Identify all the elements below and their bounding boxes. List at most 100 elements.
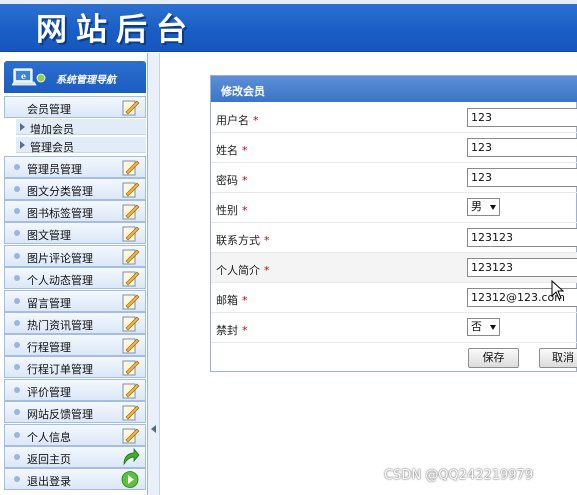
pencil-note-icon [122,338,140,354]
sidebar-item-label: 网站反馈管理 [27,408,93,421]
field-label-text: 性别 [216,204,238,217]
mouse-cursor-icon [551,280,565,300]
sidebar-item-label: 图文分类管理 [27,185,93,198]
green-play-icon [121,471,139,488]
field-label: 禁封 * [216,322,248,338]
sidebar-item-review-management[interactable]: 评价管理 [4,379,146,401]
bullet-icon [14,409,20,415]
sidebar-item-trip-order-management[interactable]: 行程订单管理 [4,356,146,378]
sidebar-splitter[interactable] [148,53,160,495]
required-mark: * [264,264,270,277]
required-mark: * [264,234,270,247]
field-label-text: 个人简介 [216,264,260,277]
submenu-arrow-icon [20,141,25,149]
form-row-bio: 个人简介 * 123123 [211,253,577,283]
field-label: 密码 * [216,172,248,188]
sidebar-item-admin-management[interactable]: 管理员管理 [4,156,146,178]
pencil-note-icon [122,428,140,444]
sidebar-item-personal-info[interactable]: 个人信息 [4,424,146,446]
top-header: 网站后台 [0,0,577,52]
sidebar-heading: e 系统管理导航 [4,61,146,93]
sidebar-item-label: 行程管理 [27,341,71,354]
sidebar-item-article-management[interactable]: 图文管理 [4,222,146,244]
sidebar-item-message-management[interactable]: 留言管理 [4,290,146,312]
header-top-strip [0,0,577,4]
ban-select-value: 否 [471,320,482,333]
submenu-arrow-icon [20,123,25,131]
bio-field[interactable]: 123123 [467,258,577,277]
submenu-manage-member[interactable]: 管理会员 [16,137,146,154]
name-field[interactable]: 123 [467,138,577,157]
pencil-note-icon [122,383,140,399]
field-label: 用户名 * [216,112,259,128]
site-title: 网站后台 [36,12,196,48]
field-label-text: 姓名 [216,144,238,157]
field-label: 性别 * [216,202,248,218]
edit-member-panel: 修改会员 用户名 * 123 姓名 * 123 密码 * 123 性别 * 男 联系方式… [210,75,577,372]
sidebar-item-member-management[interactable]: 会员管理 [4,96,146,118]
form-row-password: 密码 * 123 [211,163,577,193]
sidebar-item-trip-management[interactable]: 行程管理 [4,334,146,356]
bullet-icon [14,476,20,482]
gender-select[interactable]: 男 [467,198,500,216]
panel-title: 修改会员 [221,85,265,98]
pencil-note-icon [122,271,140,287]
form-row-gender: 性别 * 男 [211,193,577,223]
sidebar-item-label: 评价管理 [27,386,71,399]
watermark-text: CSDN @QQ242219979 [384,468,534,483]
bullet-icon [14,364,20,370]
sidebar-item-label: 图文管理 [27,229,71,242]
bullet-icon [14,208,20,214]
sidebar-item-logout[interactable]: 退出登录 [4,468,146,490]
sidebar-item-label: 热门资讯管理 [27,319,93,332]
pencil-note-icon [122,204,140,220]
field-label: 个人简介 * [216,262,270,278]
field-label: 姓名 * [216,142,248,158]
bullet-icon [14,275,20,281]
bullet-icon [14,230,20,236]
sidebar-item-activity-management[interactable]: 个人动态管理 [4,267,146,289]
save-button[interactable]: 保存 [468,348,519,368]
sidebar-item-label: 退出登录 [27,475,71,488]
collapse-arrow-icon[interactable] [151,425,156,433]
green-arrow-icon [123,448,140,466]
field-label-text: 密码 [216,174,238,187]
username-field[interactable]: 123 [467,108,577,127]
sidebar-item-label: 个人信息 [27,431,71,444]
sidebar-item-tag-management[interactable]: 图书标签管理 [4,200,146,222]
form-row-username: 用户名 * 123 [211,103,577,133]
field-label-text: 联系方式 [216,234,260,247]
required-mark: * [253,114,259,127]
required-mark: * [242,144,248,157]
form-row-email: 邮箱 * 12312@123.com [211,283,577,313]
sidebar-item-comment-management[interactable]: 图片评论管理 [4,245,146,267]
svg-text:e: e [21,71,26,81]
sidebar-item-feedback-management[interactable]: 网站反馈管理 [4,401,146,423]
bullet-icon [14,253,20,259]
sidebar-item-label: 留言管理 [27,297,71,310]
chevron-down-icon [490,205,496,210]
field-label: 邮箱 * [216,292,248,308]
bullet-icon [14,342,20,348]
panel-header: 修改会员 [211,76,577,102]
sidebar-heading-text: 系统管理导航 [56,75,116,86]
sidebar-item-label: 会员管理 [27,103,71,116]
cancel-button[interactable]: 取消 [539,348,577,368]
sidebar-item-label: 个人动态管理 [27,274,93,287]
bullet-icon [14,432,20,438]
pencil-note-icon [122,294,140,310]
form-row-name: 姓名 * 123 [211,133,577,163]
field-label-text: 用户名 [216,114,249,127]
form-row-ban: 禁封 * 否 [211,313,577,343]
submenu-add-member[interactable]: 增加会员 [16,119,146,136]
pencil-note-icon [122,316,140,332]
sidebar-item-return-home[interactable]: 返回主页 [4,446,146,468]
gender-select-value: 男 [471,200,482,213]
contact-field[interactable]: 123123 [467,228,577,247]
sidebar-item-label: 行程订单管理 [27,363,93,376]
pencil-note-icon [122,182,140,198]
password-field[interactable]: 123 [467,168,577,187]
sidebar-item-news-management[interactable]: 热门资讯管理 [4,312,146,334]
sidebar-item-category-management[interactable]: 图文分类管理 [4,178,146,200]
ban-select[interactable]: 否 [467,318,500,336]
